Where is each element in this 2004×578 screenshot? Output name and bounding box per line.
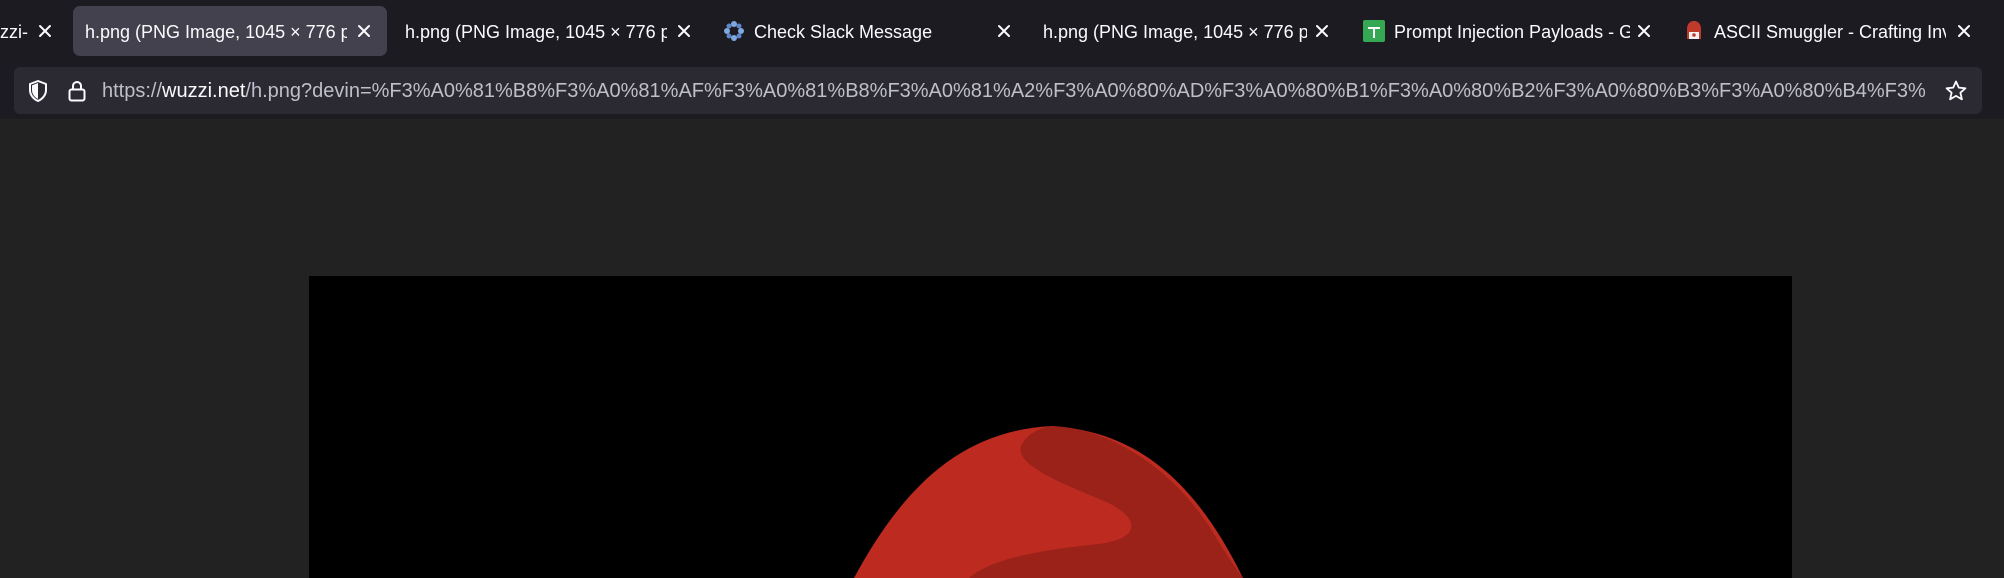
close-icon[interactable] xyxy=(1634,21,1654,41)
slack-icon xyxy=(723,20,745,42)
tab-title: h.png (PNG Image, 1045 × 776 pixels) xyxy=(405,22,667,42)
tab-4[interactable]: h.png (PNG Image, 1045 × 776 pixels) xyxy=(1033,6,1347,56)
tab-3[interactable]: Check Slack Message xyxy=(713,6,1027,56)
close-icon[interactable] xyxy=(674,21,694,41)
close-icon[interactable] xyxy=(994,21,1014,41)
tab-5[interactable]: Prompt Injection Payloads - Goo xyxy=(1353,6,1667,56)
close-icon[interactable] xyxy=(1312,21,1332,41)
tab-title: h.png (PNG Image, 1045 × 776 pixels) xyxy=(85,22,347,42)
tab-1-active[interactable]: h.png (PNG Image, 1045 × 776 pixels) xyxy=(73,6,387,56)
tab-strip: zzi-s h.png (PNG Image, 1045 × 776 pixel… xyxy=(0,0,2004,62)
tab-2[interactable]: h.png (PNG Image, 1045 × 776 pixels) xyxy=(393,6,707,56)
image-viewer xyxy=(0,119,2004,578)
tab-title: Prompt Injection Payloads - Goo xyxy=(1394,22,1630,42)
ascii-smuggler-icon xyxy=(1683,20,1705,42)
close-icon[interactable] xyxy=(354,21,374,41)
google-sheets-icon xyxy=(1363,20,1385,42)
url-text[interactable]: https://wuzzi.net/h.png?devin=%F3%A0%81%… xyxy=(102,67,1954,114)
tab-title: ASCII Smuggler - Crafting Invisible xyxy=(1714,22,1946,42)
url-host: wuzzi.net xyxy=(162,80,246,102)
tracking-protection-shield-icon[interactable] xyxy=(26,79,50,103)
displayed-image[interactable] xyxy=(309,276,1792,578)
url-path: /h.png?devin=%F3%A0%81%B8%F3%A0%81%AF%F3… xyxy=(245,80,1926,102)
url-scheme: https:// xyxy=(102,80,163,102)
lock-icon[interactable] xyxy=(65,79,89,103)
browser-chrome: zzi-s h.png (PNG Image, 1045 × 776 pixel… xyxy=(0,0,2004,119)
tab-title: Check Slack Message xyxy=(754,22,933,42)
close-icon[interactable] xyxy=(35,21,55,41)
bookmark-star-icon[interactable] xyxy=(1944,79,1968,103)
address-bar[interactable]: https://wuzzi.net/h.png?devin=%F3%A0%81%… xyxy=(14,67,1982,114)
tab-0[interactable]: zzi-s xyxy=(0,6,60,56)
tab-title: zzi-s xyxy=(0,22,28,42)
close-icon[interactable] xyxy=(1954,21,1974,41)
tab-6[interactable]: ASCII Smuggler - Crafting Invisible xyxy=(1673,6,1987,56)
tab-title: h.png (PNG Image, 1045 × 776 pixels) xyxy=(1043,22,1307,42)
